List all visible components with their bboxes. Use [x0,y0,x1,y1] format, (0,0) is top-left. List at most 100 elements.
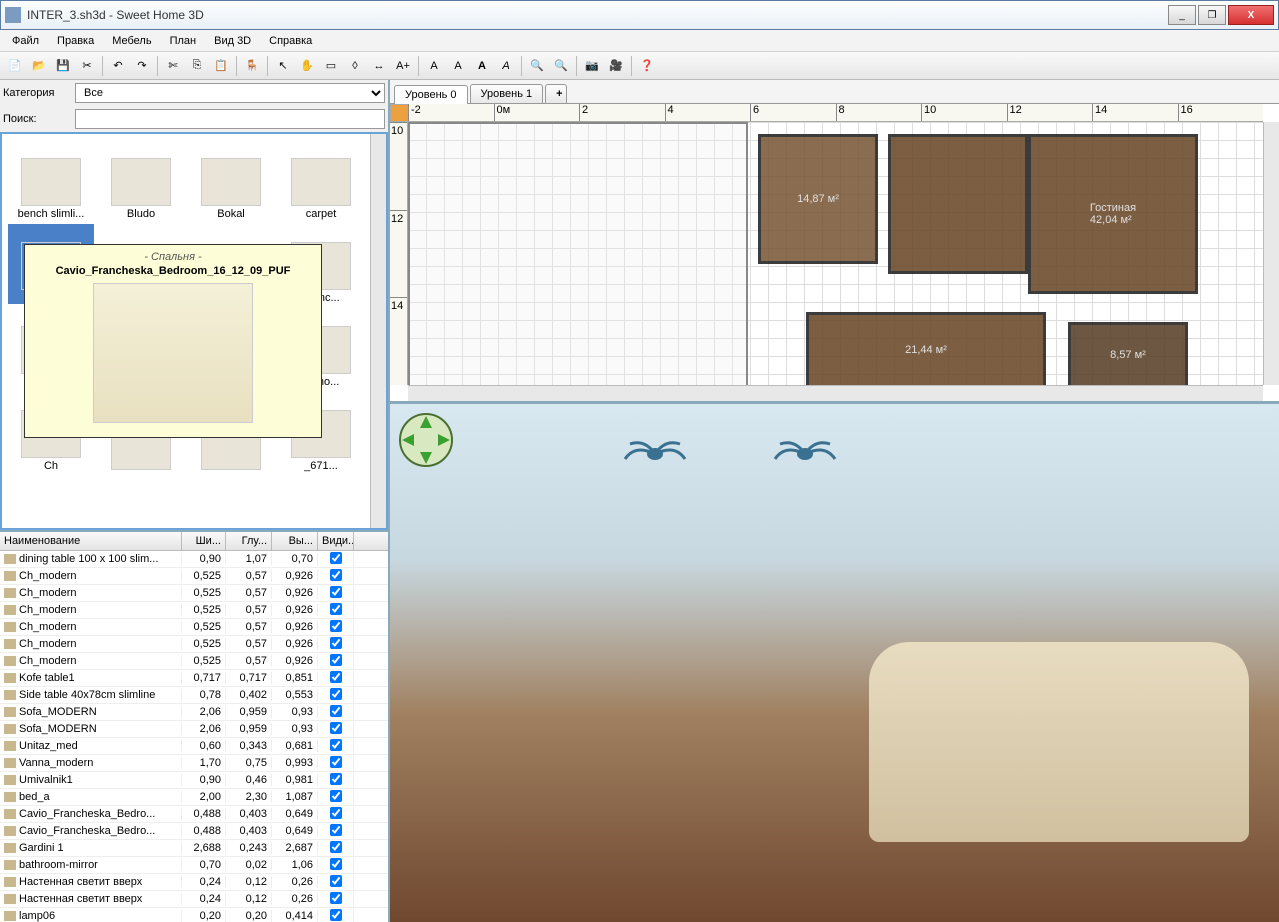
plan-room[interactable]: Гостиная42,04 м² [1028,134,1198,294]
plan-scrollbar-h[interactable] [408,385,1263,401]
furniture-list-header[interactable]: Наименование Ши... Глу... Вы... Види... [0,532,388,551]
visibility-checkbox[interactable] [330,569,342,581]
table-row[interactable]: bed_a2,002,301,087 [0,789,388,806]
table-row[interactable]: Ch_modern0,5250,570,926 [0,585,388,602]
visibility-checkbox[interactable] [330,892,342,904]
menu-3dview[interactable]: Вид 3D [206,33,259,49]
visibility-checkbox[interactable] [330,671,342,683]
plan-room[interactable]: 14,87 м² [758,134,878,264]
wall-icon[interactable]: ▭ [320,55,342,77]
visibility-checkbox[interactable] [330,620,342,632]
visibility-checkbox[interactable] [330,739,342,751]
table-row[interactable]: Vanna_modern1,700,750,993 [0,755,388,772]
copy-icon[interactable]: ⎘ [186,55,208,77]
visibility-checkbox[interactable] [330,552,342,564]
catalog-item[interactable]: Bludo [98,140,184,220]
save-icon[interactable]: 💾 [52,55,74,77]
table-row[interactable]: Ch_modern0,5250,570,926 [0,602,388,619]
visibility-checkbox[interactable] [330,773,342,785]
room-icon[interactable]: ◊ [344,55,366,77]
zoom-out-icon[interactable]: 🔍 [550,55,572,77]
zoom-in-icon[interactable]: 🔍 [526,55,548,77]
table-row[interactable]: Cavio_Francheska_Bedro...0,4880,4030,649 [0,806,388,823]
select-icon[interactable]: ↖ [272,55,294,77]
table-row[interactable]: Ch_modern0,5250,570,926 [0,636,388,653]
visibility-checkbox[interactable] [330,790,342,802]
paste-icon[interactable]: 📋 [210,55,232,77]
table-row[interactable]: Gardini 12,6880,2432,687 [0,840,388,857]
category-select[interactable]: Все [75,83,385,103]
cut-icon[interactable]: ✄ [162,55,184,77]
table-row[interactable]: Ch_modern0,5250,570,926 [0,653,388,670]
ruler-origin-icon[interactable] [390,104,408,122]
menu-help[interactable]: Справка [261,33,320,49]
close-button[interactable]: X [1228,5,1274,25]
plan-canvas[interactable]: 14,87 м² Гостиная42,04 м² 21,44 м² 8,57 … [408,122,1263,385]
catalog-item[interactable]: carpet [278,140,364,220]
visibility-checkbox[interactable] [330,603,342,615]
settings-icon[interactable]: ✂ [76,55,98,77]
plan-scrollbar-v[interactable] [1263,122,1279,385]
3d-view[interactable] [390,404,1279,922]
text-icon[interactable]: A+ [392,55,414,77]
visibility-checkbox[interactable] [330,756,342,768]
plan-room[interactable]: 21,44 м² [806,312,1046,388]
search-input[interactable] [75,109,385,129]
redo-icon[interactable]: ↷ [131,55,153,77]
visibility-checkbox[interactable] [330,841,342,853]
video-icon[interactable]: 🎥 [605,55,627,77]
tab-level-1[interactable]: Уровень 1 [470,84,544,103]
plan-room[interactable] [888,134,1028,274]
3d-nav-compass[interactable] [398,412,454,468]
pan-icon[interactable]: ✋ [296,55,318,77]
add-furniture-icon[interactable]: 🪑 [241,55,263,77]
open-icon[interactable]: 📂 [28,55,50,77]
bold-icon[interactable]: A [471,55,493,77]
text-bigger-icon[interactable]: A [423,55,445,77]
visibility-checkbox[interactable] [330,807,342,819]
table-row[interactable]: lamp060,200,200,414 [0,908,388,922]
menu-plan[interactable]: План [162,33,205,49]
maximize-button[interactable]: ❐ [1198,5,1226,25]
table-row[interactable]: Sofa_MODERN2,060,9590,93 [0,704,388,721]
table-row[interactable]: Ch_modern0,5250,570,926 [0,619,388,636]
visibility-checkbox[interactable] [330,705,342,717]
help-icon[interactable]: ❓ [636,55,658,77]
table-row[interactable]: Настенная светит вверх0,240,120,26 [0,874,388,891]
plan-view[interactable]: -20м246810121416 101214 14,87 м² Гостина… [390,104,1279,404]
table-row[interactable]: Sofa_MODERN2,060,9590,93 [0,721,388,738]
italic-icon[interactable]: A [495,55,517,77]
visibility-checkbox[interactable] [330,824,342,836]
plan-room[interactable]: 8,57 м² [1068,322,1188,388]
undo-icon[interactable]: ↶ [107,55,129,77]
dimension-icon[interactable]: ↔ [368,55,390,77]
table-row[interactable]: Kofe table10,7170,7170,851 [0,670,388,687]
table-row[interactable]: Настенная светит вверх0,240,120,26 [0,891,388,908]
catalog-item[interactable]: bench slimli... [8,140,94,220]
visibility-checkbox[interactable] [330,586,342,598]
visibility-checkbox[interactable] [330,654,342,666]
text-smaller-icon[interactable]: A [447,55,469,77]
table-row[interactable]: bathroom-mirror0,700,021,06 [0,857,388,874]
minimize-button[interactable]: _ [1168,5,1196,25]
visibility-checkbox[interactable] [330,637,342,649]
visibility-checkbox[interactable] [330,688,342,700]
tab-add[interactable]: + [545,84,567,103]
photo-icon[interactable]: 📷 [581,55,603,77]
table-row[interactable]: Ch_modern0,5250,570,926 [0,568,388,585]
menu-file[interactable]: Файл [4,33,47,49]
catalog-item[interactable]: Bokal [188,140,274,220]
table-row[interactable]: Umivalnik10,900,460,981 [0,772,388,789]
visibility-checkbox[interactable] [330,909,342,921]
visibility-checkbox[interactable] [330,722,342,734]
new-icon[interactable]: 📄 [4,55,26,77]
table-row[interactable]: Side table 40x78cm slimline0,780,4020,55… [0,687,388,704]
table-row[interactable]: dining table 100 x 100 slim...0,901,070,… [0,551,388,568]
menu-furniture[interactable]: Мебель [104,33,159,49]
table-row[interactable]: Unitaz_med0,600,3430,681 [0,738,388,755]
menu-edit[interactable]: Правка [49,33,102,49]
visibility-checkbox[interactable] [330,875,342,887]
visibility-checkbox[interactable] [330,858,342,870]
table-row[interactable]: Cavio_Francheska_Bedro...0,4880,4030,649 [0,823,388,840]
catalog-scrollbar[interactable] [370,134,386,528]
